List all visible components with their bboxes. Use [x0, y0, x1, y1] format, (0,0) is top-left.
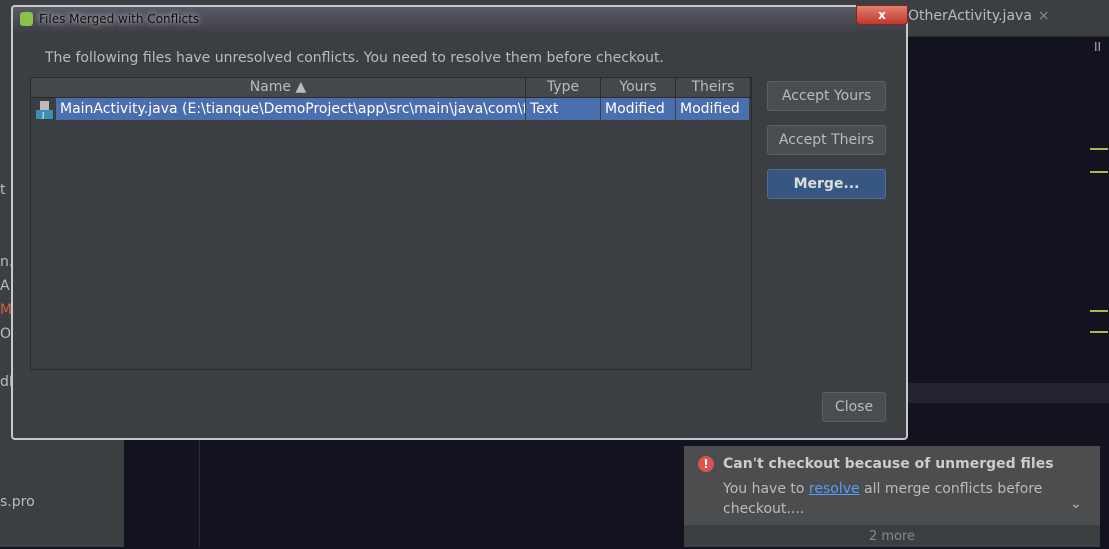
column-header-name[interactable]: Name ▲: [31, 78, 526, 98]
files-merged-dialog: Files Merged with Conflicts x The follow…: [11, 5, 908, 440]
conflicts-table: Name ▲ Type Yours Theirs J MainActivity.…: [30, 77, 752, 370]
dialog-message: The following files have unresolved conf…: [45, 50, 664, 66]
project-item[interactable]: A: [0, 278, 10, 294]
close-tab-icon[interactable]: ×: [1038, 8, 1050, 24]
notification-body: You have to resolve all merge conflicts …: [723, 479, 1053, 519]
error-icon: !: [698, 456, 714, 472]
table-row-yours[interactable]: Modified: [601, 98, 676, 120]
current-line-highlight: [907, 383, 1109, 403]
merge-button[interactable]: Merge...: [767, 169, 886, 199]
body-text: You have to: [723, 481, 809, 497]
column-header-theirs[interactable]: Theirs: [676, 78, 751, 98]
project-item[interactable]: O: [0, 326, 11, 342]
java-file-icon: J: [36, 101, 53, 119]
project-item[interactable]: t: [0, 182, 6, 198]
notification-title: Can't checkout because of unmerged files: [723, 456, 1054, 472]
chevron-down-icon[interactable]: ⌄: [1070, 496, 1082, 512]
android-studio-icon: [20, 12, 33, 26]
accept-yours-button[interactable]: Accept Yours: [767, 81, 886, 111]
resolve-link[interactable]: resolve: [809, 481, 860, 497]
close-dialog-button[interactable]: x: [856, 5, 908, 25]
table-row-name[interactable]: MainActivity.java (E:\tianque\DemoProjec…: [56, 98, 526, 120]
change-marker[interactable]: [1090, 148, 1108, 150]
close-button[interactable]: Close: [822, 392, 886, 422]
project-item[interactable]: s.pro: [0, 494, 35, 510]
tab-label: OtherActivity.java: [908, 8, 1032, 24]
table-row-type[interactable]: Text: [526, 98, 601, 120]
tab-other-activity[interactable]: OtherActivity.java ×: [908, 8, 1050, 24]
more-notifications[interactable]: 2 more: [684, 525, 1100, 547]
notification-balloon: ! Can't checkout because of unmerged fil…: [684, 446, 1100, 547]
table-row-theirs[interactable]: Modified: [676, 98, 750, 120]
accept-theirs-button[interactable]: Accept Theirs: [767, 125, 886, 155]
column-header-type[interactable]: Type: [526, 78, 601, 98]
change-marker[interactable]: [1090, 331, 1108, 333]
dialog-title-bar[interactable]: Files Merged with Conflicts x: [13, 5, 908, 33]
svg-text:J: J: [41, 111, 44, 119]
change-marker[interactable]: [1090, 310, 1108, 312]
change-marker[interactable]: [1090, 171, 1108, 173]
pause-icon[interactable]: II: [1094, 40, 1101, 54]
dialog-title: Files Merged with Conflicts: [39, 12, 200, 26]
gutter-divider: [199, 438, 200, 547]
column-header-yours[interactable]: Yours: [601, 78, 676, 98]
